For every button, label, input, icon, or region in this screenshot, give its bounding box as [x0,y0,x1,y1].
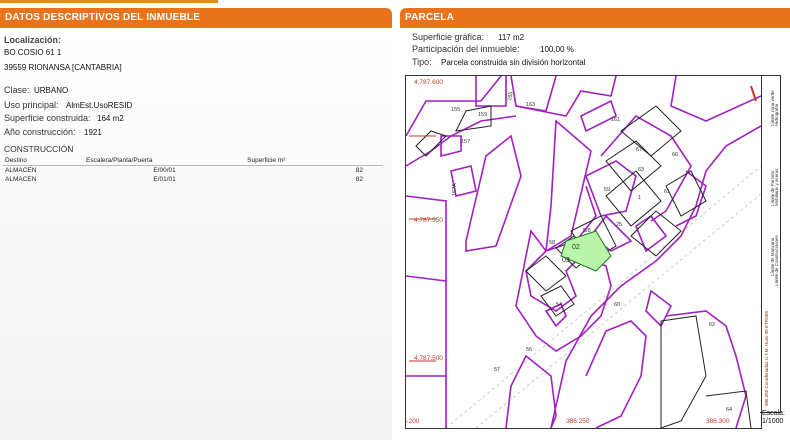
svg-text:157: 157 [461,139,470,145]
coord-label: 386.200 [406,418,420,425]
coord-label: 386.250 [566,418,590,425]
coord-label: 4.787.500 [414,355,443,362]
svg-text:62: 62 [709,322,715,328]
anio-construccion-label: Año construcción: [4,127,76,137]
anio-construccion-value: 1921 [84,128,102,137]
cell-superficie: 82 [355,176,363,183]
escala-value: 1/1000 [762,418,784,425]
cell-destino: ALMACEN [5,176,37,183]
parcela-header: PARCELA [400,8,790,28]
clase-value: URBANO [34,86,69,95]
col-escalera: Escalera/Planta/Puerta [84,156,246,166]
table-row: ALMACEN E/00/01 82 [3,166,383,176]
svg-text:02: 02 [572,244,580,251]
superficie-construida-value: 164 m2 [97,114,124,123]
svg-text:60: 60 [614,302,620,308]
datos-descriptivos-header: DATOS DESCRIPTIVOS DEL INMUEBLE [0,8,392,28]
svg-text:159: 159 [478,112,487,118]
cell-destino: ALMACEN [5,167,37,174]
uso-principal-label: Uso principal: [4,100,59,110]
coord-label: 386.300 [706,418,730,425]
cadastral-map-svg: 4.787.600 4.787.550 4.787.500 386.200 38… [406,76,761,428]
cell-escalera: E/00/01 [153,167,176,174]
svg-text:59: 59 [604,187,610,193]
superficie-construida-label: Superficie construida: [4,113,91,123]
svg-text:64: 64 [726,407,732,413]
address-line-2: 39559 RIONANSA [CANTABRIA] [4,63,122,72]
table-row: ALMACEN E/01/01 82 [3,175,383,184]
svg-text:61: 61 [664,189,670,195]
svg-text:56: 56 [526,347,532,353]
col-destino: Destino [3,156,84,166]
tipo-label: Tipo: [412,57,432,67]
svg-text:67: 67 [636,147,642,153]
svg-text:57: 57 [494,367,500,373]
construccion-table: Destino Escalera/Planta/Puerta Superfici… [3,156,383,184]
clase-label: Clase: [4,85,30,95]
top-accent-line [0,0,218,3]
legend-item: Mobiliario y aceras [774,168,779,206]
datos-descriptivos-panel: Localización: BO COSIO 61 1 39559 RIONAN… [0,28,392,440]
svg-text:1: 1 [638,195,641,201]
legend-side-text: 386.350 Coordenadas U.T.M. Huso 30 ETRS8… [764,310,769,406]
svg-text:5/8: 5/8 [583,228,591,234]
tipo-value: Parcela construida sin división horizont… [441,58,586,67]
svg-text:54: 54 [556,302,562,308]
svg-text:165: 165 [507,91,515,101]
coord-label: 4.787.550 [414,217,443,224]
participacion-label: Participación del inmueble: [412,44,520,54]
uso-principal-value: AlmEst.UsoRESID [66,101,133,110]
address-line-1: BO COSIO 61 1 [4,48,62,57]
svg-text:157A: 157A [452,183,458,196]
legend-svg: 386.350 Coordenadas U.T.M. Huso 30 ETRS8… [764,90,779,406]
cell-escalera: E/01/01 [153,176,176,183]
participacion-value: 100,00 % [540,45,574,54]
svg-text:63: 63 [638,167,644,173]
superficie-grafica-value: 117 m2 [498,33,525,42]
svg-text:25: 25 [616,222,622,228]
svg-text:161: 161 [611,117,620,123]
construccion-title: CONSTRUCCIÓN [4,144,74,154]
legend-item: Hidrografía [774,103,779,126]
svg-text:58: 58 [549,240,555,246]
map-scale: Escala: 1/1000 [760,410,790,428]
legend-item: Límite de Construcciones [774,234,779,286]
escala-label: Escala: [762,410,785,417]
superficie-grafica-label: Superficie gráfica: [412,32,485,42]
col-superficie: Superficie m² [245,156,383,166]
map-legend: 386.350 Coordenadas U.T.M. Huso 30 ETRS8… [760,75,781,413]
coord-label: 4.787.600 [414,79,443,86]
localizacion-label: Localización: [4,35,62,45]
cell-superficie: 82 [355,167,363,174]
svg-text:03: 03 [562,257,570,264]
svg-text:66: 66 [672,152,678,158]
parcel-map[interactable]: 4.787.600 4.787.550 4.787.500 386.200 38… [405,75,762,429]
svg-text:163: 163 [526,102,535,108]
table-header-row: Destino Escalera/Planta/Puerta Superfici… [3,156,383,166]
svg-text:155: 155 [451,107,460,113]
